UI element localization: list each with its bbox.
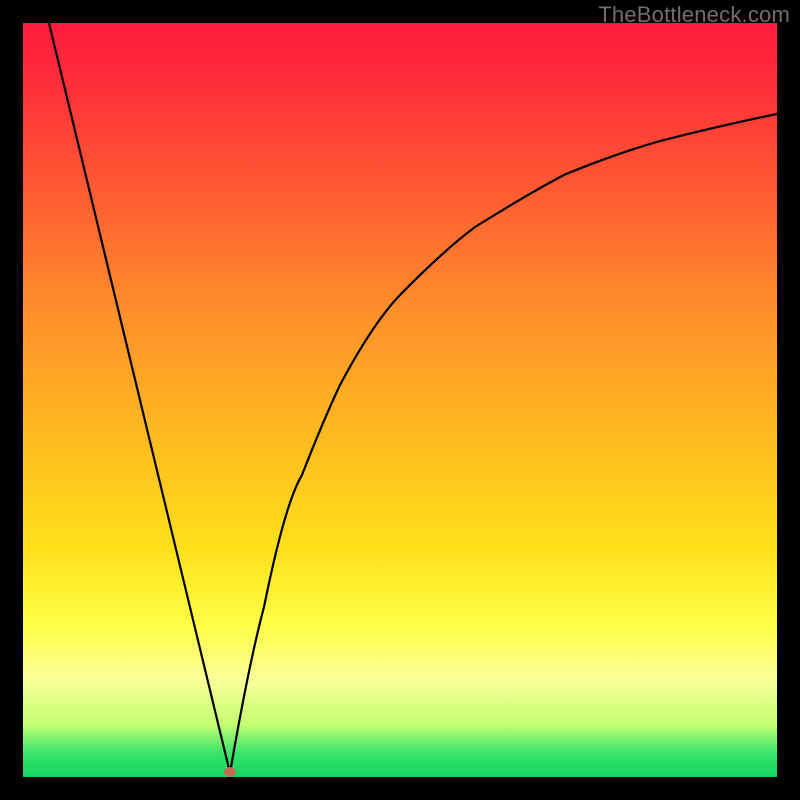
curve-path	[49, 23, 302, 773]
minimum-marker	[224, 767, 236, 777]
bottleneck-curve	[23, 23, 777, 777]
plot-area	[23, 23, 777, 777]
chart-frame: TheBottleneck.com	[0, 0, 800, 800]
curve-left	[49, 23, 230, 773]
curve-right	[230, 114, 777, 773]
